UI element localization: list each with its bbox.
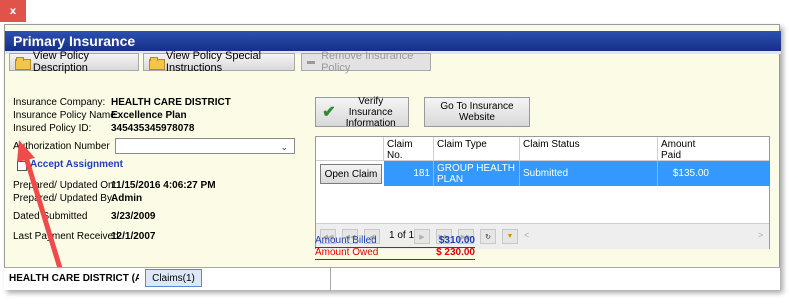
claims-tab[interactable]: Claims(1) — [145, 269, 202, 287]
view-special-instructions-button[interactable]: View Policy Special Instructions — [143, 50, 295, 74]
company-label: Insurance Company: — [13, 97, 106, 108]
insured-id-row: Insured Policy ID: — [13, 123, 91, 134]
folder-icon — [149, 56, 165, 70]
verify-insurance-button[interactable]: ✔ Verify Insurance Information — [315, 95, 409, 129]
go-to-website-button[interactable]: Go To Insurance Website — [424, 97, 530, 127]
table-row[interactable]: 181 GROUP HEALTH PLAN Submitted $135.00 — [384, 161, 770, 186]
panel-title: Primary Insurance — [5, 31, 781, 51]
refresh-icon[interactable]: ↻ — [480, 229, 496, 244]
last-payment-value: 12/1/2007 — [111, 231, 156, 242]
close-button[interactable]: x — [0, 0, 26, 22]
updated-by-value: Admin — [111, 193, 143, 204]
go-to-website-label: Go To Insurance Website — [440, 101, 514, 123]
claims-grid: Claim No. Claim Type Claim Status Amount… — [315, 136, 770, 249]
dated-submitted-value: 3/23/2009 — [111, 211, 156, 222]
insured-id-value-text: 345435345978078 — [111, 123, 195, 134]
claim-status-cell: Submitted — [520, 161, 658, 186]
header-claim-no[interactable]: Claim No. — [384, 137, 434, 161]
remove-insurance-policy-button[interactable]: Remove Insurance Policy — [301, 50, 431, 74]
authorization-number-select[interactable]: ⌄ — [115, 138, 295, 154]
policy-name-value-text: Excellence Plan — [111, 110, 187, 121]
insured-id-label: Insured Policy ID: — [13, 123, 92, 134]
company-row: Insurance Company: — [13, 97, 105, 108]
scroll-right-icon[interactable]: > — [758, 230, 763, 240]
amount-billed-label: Amount Billed — [315, 235, 377, 246]
company-value: HEALTH CARE DISTRICT — [111, 97, 231, 108]
grid-pager: ◀◀ ◀◀ ◀ 1 of 1 ▶ ▶▶ ▶▶ ↻ ▼ < > — [316, 223, 769, 249]
amount-billed-value: $310.00 — [438, 235, 475, 246]
open-claim-button[interactable]: Open Claim — [320, 164, 382, 184]
claim-no-cell: 181 — [384, 161, 434, 186]
remove-insurance-policy-label: Remove Insurance Policy — [321, 50, 414, 74]
amount-owed-value: $ 230.00 — [436, 247, 475, 258]
company-value-text: HEALTH CARE DISTRICT — [111, 97, 231, 108]
chevron-down-icon: ⌄ — [280, 142, 288, 152]
header-amount-paid[interactable]: Amount Paid — [658, 137, 712, 161]
insured-id-value: 345435345978078 — [111, 123, 194, 134]
checkmark-icon: ✔ — [322, 103, 336, 121]
grid-header-blank — [316, 137, 384, 161]
view-policy-description-label: View Policy Description — [32, 50, 89, 74]
verify-insurance-label: Verify Insurance Information — [345, 95, 396, 129]
policy-name-value: Excellence Plan — [111, 110, 187, 121]
filter-icon[interactable]: ▼ — [502, 229, 518, 244]
folder-icon — [15, 56, 31, 70]
policy-name-label: Insurance Policy Name: — [13, 110, 119, 121]
claim-type-cell: GROUP HEALTH PLAN — [434, 161, 520, 186]
scroll-left-icon[interactable]: < — [524, 230, 529, 240]
policy-name-row: Insurance Policy Name: — [13, 110, 119, 121]
view-policy-description-button[interactable]: View Policy Description — [9, 50, 139, 74]
minus-icon — [307, 60, 316, 64]
updated-on-value: 11/15/2016 4:06:27 PM — [111, 180, 216, 191]
amount-paid-cell: $135.00 — [672, 168, 709, 179]
insurance-panel: Primary Insurance View Policy Descriptio… — [4, 24, 781, 290]
header-claim-type[interactable]: Claim Type — [434, 137, 520, 161]
amount-owed-label: Amount Owed — [315, 247, 379, 258]
bottom-tab-bar: HEALTH CARE DISTRICT (Acce Claims(1) — [4, 267, 780, 291]
view-special-instructions-label: View Policy Special Instructions — [165, 50, 262, 74]
header-claim-status[interactable]: Claim Status — [520, 137, 658, 161]
owed-underline — [315, 259, 475, 260]
insurance-tab-label[interactable]: HEALTH CARE DISTRICT (Acce — [9, 273, 139, 284]
bottom-divider — [330, 268, 331, 291]
